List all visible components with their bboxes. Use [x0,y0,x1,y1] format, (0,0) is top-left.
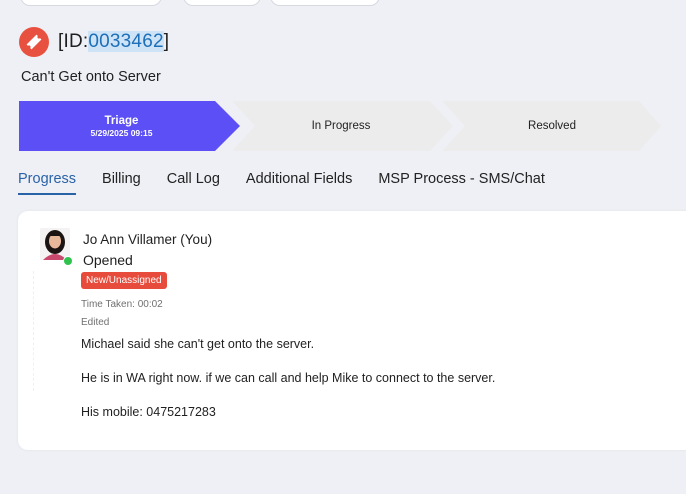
pipeline-stage-label: Resolved [528,120,576,132]
tab-progress[interactable]: Progress [18,168,77,195]
tab-call-log[interactable]: Call Log [167,168,220,195]
ticket-subject: Can't Get onto Server [21,69,161,85]
ticket-icon [19,27,49,57]
pipeline-stage-resolved[interactable]: Resolved [465,101,639,151]
pipeline-stage-triage[interactable]: Triage 5/29/2025 09:15 [19,101,224,151]
online-status-dot [63,256,73,266]
status-pipeline: Triage 5/29/2025 09:15 In Progress Resol… [19,101,669,151]
tab-billing[interactable]: Billing [102,168,141,195]
ticket-id: [ID:0033462] [58,31,169,53]
entry-author[interactable]: Jo Ann Villamer (You) [83,232,212,247]
entry-note-line-2: He is in WA right now. if we can call an… [81,371,496,385]
pipeline-stage-date: 5/29/2025 09:15 [90,127,153,138]
pipeline-stage-label: Triage [104,114,139,127]
tab-msp-process-sms-chat[interactable]: MSP Process - SMS/Chat [378,168,545,195]
top-toolbar-pill-3[interactable] [270,0,380,6]
progress-entry-card: Jo Ann Villamer (You) Opened New/Unassig… [18,211,686,450]
top-toolbar-pill-2[interactable] [183,0,261,6]
ticket-header: [ID:0033462] [19,27,169,57]
ticket-id-prefix: [ID: [58,31,89,52]
entry-action: Opened [83,252,133,268]
ticket-id-suffix: ] [163,31,170,52]
entry-time-taken: Time Taken: 00:02 [81,299,163,310]
entry-note-line-3: His mobile: 0475217283 [81,405,216,419]
top-toolbar-pill-1[interactable] [20,0,162,6]
user-avatar[interactable] [40,228,70,260]
tab-additional-fields[interactable]: Additional Fields [246,168,352,195]
ticket-id-number[interactable]: 0033462 [88,31,164,52]
entry-edited-label: Edited [81,317,110,328]
pipeline-stage-label: In Progress [311,120,371,132]
status-badge: New/Unassigned [81,272,167,289]
timeline-line [33,271,56,391]
pipeline-stage-in-progress[interactable]: In Progress [255,101,427,151]
entry-note-line-1: Michael said she can't get onto the serv… [81,337,315,351]
ticket-tabs: Progress Billing Call Log Additional Fie… [18,168,571,195]
